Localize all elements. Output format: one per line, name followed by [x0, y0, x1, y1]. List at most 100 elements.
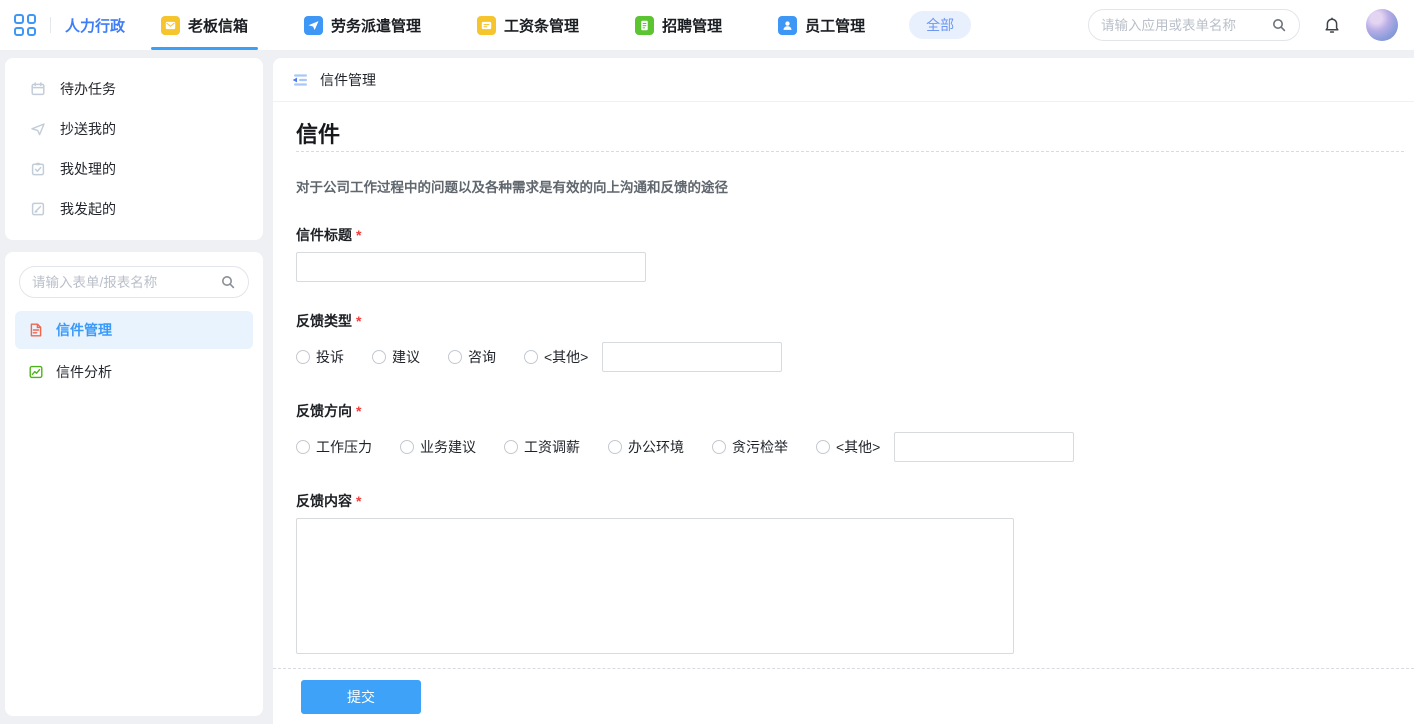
- field-label-text: 反馈方向: [296, 403, 352, 419]
- tab-all-pill[interactable]: 全部: [909, 11, 971, 39]
- sidebar-item-todo-tasks[interactable]: 待办任务: [5, 69, 263, 109]
- radio-circle[interactable]: [504, 440, 518, 454]
- radio-option-complaint[interactable]: 投诉: [296, 347, 344, 367]
- todo-calendar-icon: [30, 81, 46, 97]
- radio-option-other[interactable]: <其他>: [816, 437, 880, 457]
- submit-button[interactable]: 提交: [301, 680, 421, 714]
- feedback-direction-other-input[interactable]: [894, 432, 1074, 462]
- title-separator: [296, 151, 1404, 152]
- sidebar-item-label: 待办任务: [60, 79, 116, 99]
- payslip-icon: [477, 16, 496, 35]
- nav-divider: [50, 17, 51, 33]
- nav-tabs: 老板信箱 劳务派遣管理 工资条管理 招聘管理 员工管理: [161, 0, 865, 50]
- form-nav-card: 信件管理 信件分析: [5, 252, 263, 716]
- form-search-box[interactable]: [19, 266, 249, 298]
- handled-clipboard-icon: [30, 161, 46, 177]
- radio-circle[interactable]: [816, 440, 830, 454]
- required-marker: *: [356, 403, 361, 419]
- user-avatar[interactable]: [1366, 9, 1398, 41]
- field-label-text: 反馈类型: [296, 313, 352, 329]
- radio-label: 工资调薪: [524, 437, 580, 457]
- collapse-sidebar-icon[interactable]: [290, 71, 310, 89]
- search-icon[interactable]: [1271, 17, 1287, 33]
- form-description: 对于公司工作过程中的问题以及各种需求是有效的向上沟通和反馈的途径: [296, 176, 1404, 196]
- workspace-name[interactable]: 人力行政: [65, 15, 125, 36]
- tab-recruiting[interactable]: 招聘管理: [635, 0, 722, 50]
- recruit-doc-icon: [635, 16, 654, 35]
- sidebar-item-letter-management[interactable]: 信件管理: [15, 311, 253, 349]
- radio-option-corruption-report[interactable]: 贪污检举: [712, 437, 788, 457]
- letter-title-input[interactable]: [296, 252, 646, 282]
- radio-option-other[interactable]: <其他>: [524, 347, 588, 367]
- form-title: 信件: [296, 122, 1404, 148]
- radio-label: 贪污检举: [732, 437, 788, 457]
- radio-circle[interactable]: [608, 440, 622, 454]
- field-label-letter-title: 信件标题*: [296, 228, 1404, 243]
- field-label-feedback-content: 反馈内容*: [296, 494, 1404, 509]
- field-label-text: 信件标题: [296, 227, 352, 243]
- required-marker: *: [356, 493, 361, 509]
- tab-label: 员工管理: [805, 15, 865, 36]
- feedback-content-textarea[interactable]: [296, 518, 1014, 654]
- main-panel: 信件管理 信件 对于公司工作过程中的问题以及各种需求是有效的向上沟通和反馈的途径…: [273, 58, 1414, 724]
- radio-option-office-environment[interactable]: 办公环境: [608, 437, 684, 457]
- field-label-text: 反馈内容: [296, 493, 352, 509]
- sidebar-item-initiated-by-me[interactable]: 我发起的: [5, 189, 263, 229]
- sidebar-item-cc-to-me[interactable]: 抄送我的: [5, 109, 263, 149]
- sidebar-item-handled-by-me[interactable]: 我处理的: [5, 149, 263, 189]
- radio-label: 办公环境: [628, 437, 684, 457]
- radio-option-suggestion[interactable]: 建议: [372, 347, 420, 367]
- page-title: 信件管理: [320, 70, 376, 90]
- radio-label: 咨询: [468, 347, 496, 367]
- sidebar-item-label: 抄送我的: [60, 119, 116, 139]
- tab-payslip[interactable]: 工资条管理: [477, 0, 579, 50]
- radio-circle[interactable]: [448, 350, 462, 364]
- form-search-input[interactable]: [32, 275, 220, 290]
- radio-label: 投诉: [316, 347, 344, 367]
- feedback-direction-options: 工作压力 业务建议 工资调薪 办公环境 贪污检举 <其他>: [296, 432, 1404, 462]
- tab-label: 老板信箱: [188, 15, 248, 36]
- mailbox-icon: [161, 16, 180, 35]
- radio-label: 建议: [392, 347, 420, 367]
- tab-label: 工资条管理: [504, 15, 579, 36]
- radio-option-inquiry[interactable]: 咨询: [448, 347, 496, 367]
- radio-option-business-suggestion[interactable]: 业务建议: [400, 437, 476, 457]
- required-marker: *: [356, 227, 361, 243]
- radio-circle[interactable]: [524, 350, 538, 364]
- app-grid-icon[interactable]: [14, 14, 36, 36]
- radio-label: 工作压力: [316, 437, 372, 457]
- person-icon: [778, 16, 797, 35]
- app-search-input[interactable]: [1101, 18, 1265, 33]
- radio-circle[interactable]: [712, 440, 726, 454]
- tab-label: 招聘管理: [662, 15, 722, 36]
- required-marker: *: [356, 313, 361, 329]
- sidebar-item-label: 我处理的: [60, 159, 116, 179]
- page-header: 信件管理: [273, 58, 1414, 102]
- tab-boss-mailbox[interactable]: 老板信箱: [161, 0, 248, 50]
- radio-circle[interactable]: [372, 350, 386, 364]
- sidebar-item-letter-analysis[interactable]: 信件分析: [15, 353, 253, 391]
- sidebar-item-label: 信件分析: [56, 362, 112, 382]
- radio-option-work-pressure[interactable]: 工作压力: [296, 437, 372, 457]
- radio-label: <其他>: [836, 437, 880, 457]
- top-nav: 人力行政 老板信箱 劳务派遣管理 工资条管理 招聘管理: [0, 0, 1414, 50]
- initiated-doc-icon: [30, 201, 46, 217]
- radio-label: 业务建议: [420, 437, 476, 457]
- sidebar-item-label: 信件管理: [56, 320, 112, 340]
- feedback-type-options: 投诉 建议 咨询 <其他>: [296, 342, 1404, 372]
- cc-plane-icon: [30, 121, 46, 137]
- tab-labor-dispatch[interactable]: 劳务派遣管理: [304, 0, 421, 50]
- app-search-box[interactable]: [1088, 9, 1300, 41]
- task-nav-card: 待办任务 抄送我的 我处理的 我发起的: [5, 58, 263, 240]
- radio-circle[interactable]: [400, 440, 414, 454]
- form-content: 信件 对于公司工作过程中的问题以及各种需求是有效的向上沟通和反馈的途径 信件标题…: [273, 102, 1414, 668]
- notification-bell-icon[interactable]: [1322, 15, 1342, 35]
- tab-employees[interactable]: 员工管理: [778, 0, 865, 50]
- radio-circle[interactable]: [296, 350, 310, 364]
- feedback-type-other-input[interactable]: [602, 342, 782, 372]
- field-label-feedback-direction: 反馈方向*: [296, 404, 1404, 419]
- radio-circle[interactable]: [296, 440, 310, 454]
- search-icon[interactable]: [220, 274, 236, 290]
- form-footer: 提交: [273, 668, 1414, 724]
- radio-option-salary-adjustment[interactable]: 工资调薪: [504, 437, 580, 457]
